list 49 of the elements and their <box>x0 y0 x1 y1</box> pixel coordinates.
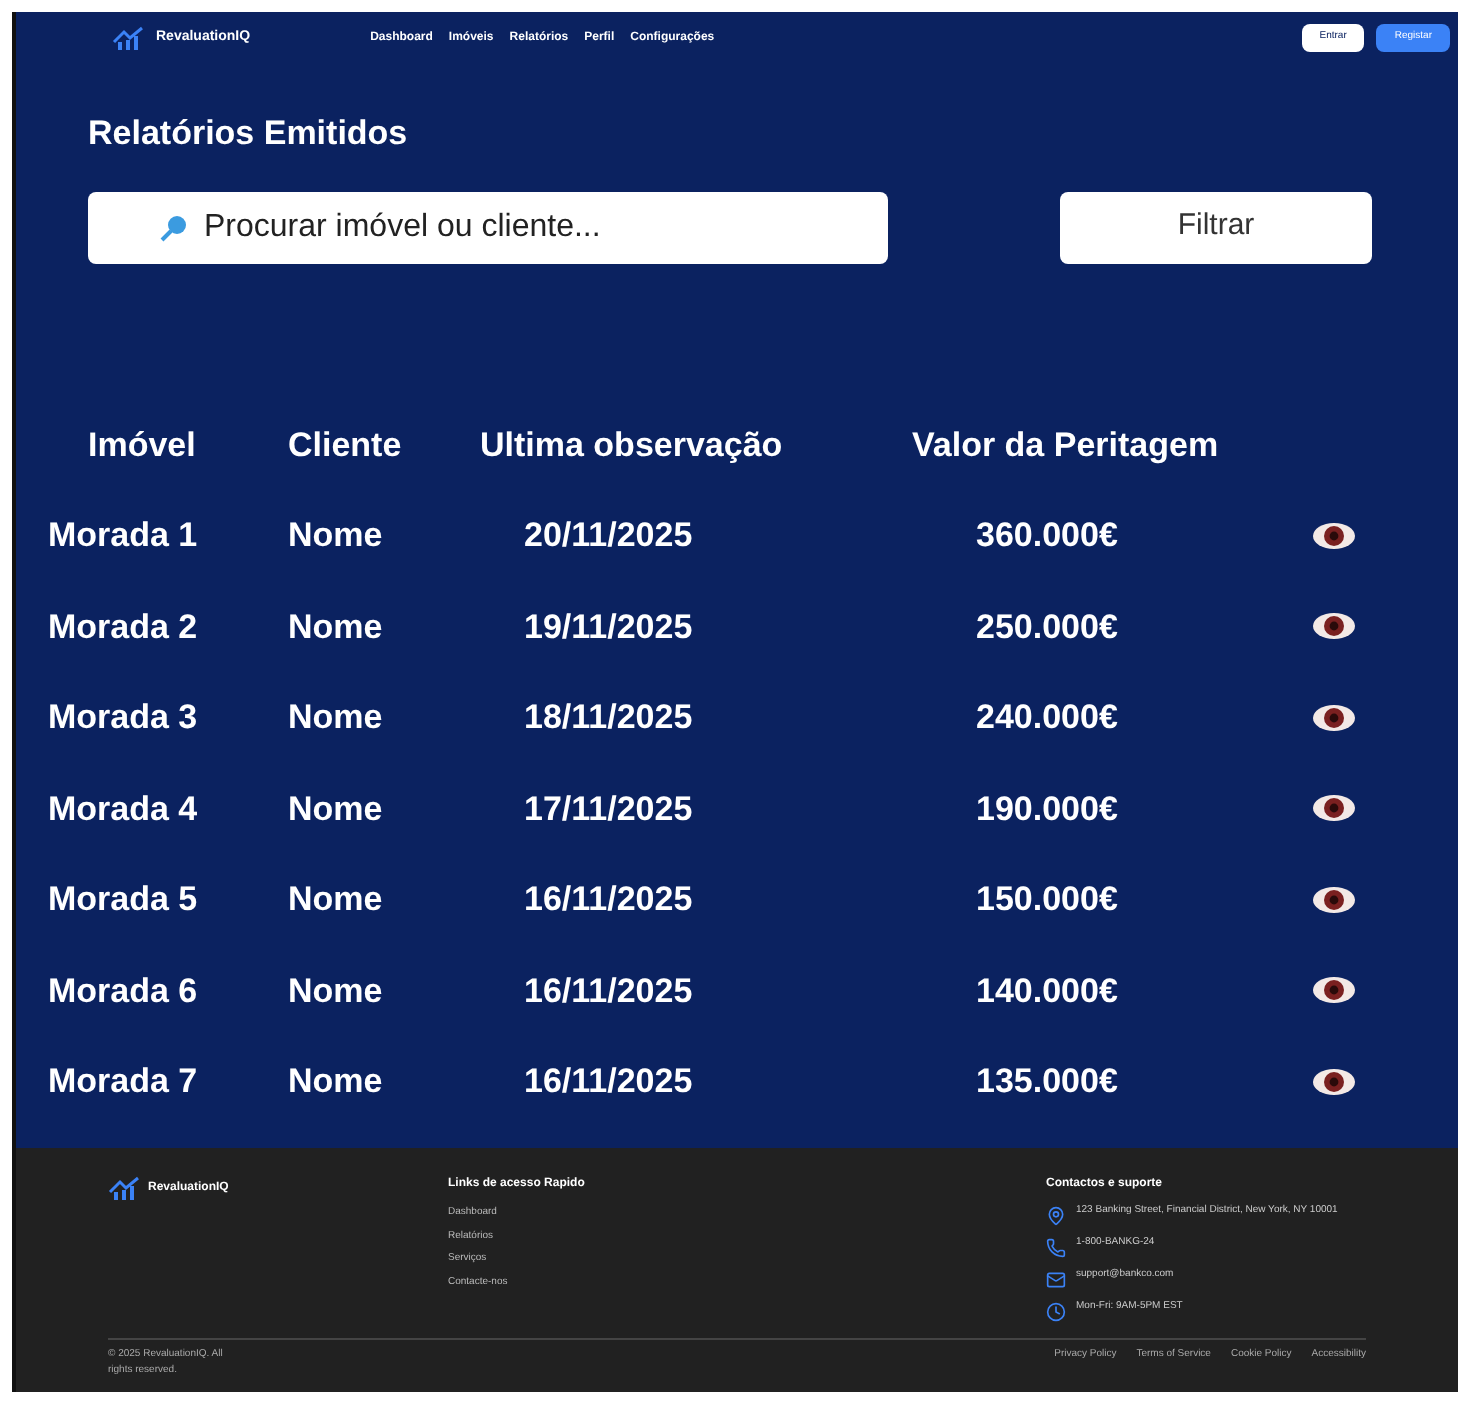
table-cell-text: Morada 2 <box>48 605 200 649</box>
table-cell-text: Morada 7 <box>48 1060 200 1104</box>
column-header: Cliente <box>288 423 404 467</box>
chart-logo-icon <box>112 26 144 50</box>
search-icon <box>160 213 188 241</box>
table-cell-text: Morada 6 <box>48 969 200 1013</box>
table-cell-text: 16/11/2025 <box>522 878 695 922</box>
eye-icon[interactable] <box>1312 703 1356 732</box>
page-title: Relatórios Emitidos <box>88 112 410 156</box>
table-cell-text: 16/11/2025 <box>522 1060 695 1104</box>
column-header: Ultima observação <box>478 423 785 467</box>
eye-icon[interactable] <box>1312 521 1356 550</box>
table-cell-text: 135.000€ <box>974 1060 1120 1104</box>
table-cell-text: Nome <box>288 605 385 649</box>
eye-icon[interactable] <box>1312 976 1356 1005</box>
eye-icon[interactable] <box>1312 794 1356 823</box>
table-cell-text: 250.000€ <box>974 605 1120 649</box>
table-cell-text: Nome <box>288 696 385 740</box>
column-header: Valor da Peritagem <box>912 423 1221 468</box>
table-cell-text: Morada 4 <box>48 787 200 831</box>
map-pin-icon <box>1046 1206 1066 1226</box>
phone-icon <box>1046 1238 1066 1258</box>
table-cell-text: 16/11/2025 <box>522 969 695 1013</box>
table-cell-text: Nome <box>288 1060 385 1104</box>
table-cell-text: 18/11/2025 <box>522 696 695 740</box>
mail-icon <box>1046 1270 1066 1290</box>
table-cell-text: Morada 3 <box>48 696 200 740</box>
table-cell-text: Nome <box>288 787 385 831</box>
table-cell-text: 17/11/2025 <box>522 787 695 831</box>
clock-icon <box>1046 1302 1066 1322</box>
table-cell-text: Nome <box>288 969 385 1013</box>
table-cell-text: 19/11/2025 <box>522 605 695 649</box>
eye-icon[interactable] <box>1312 1067 1356 1096</box>
table-cell-text: Morada 5 <box>48 878 200 922</box>
column-header: Imóvel <box>86 423 198 467</box>
table-cell-text: Morada 1 <box>48 514 200 558</box>
filter-button[interactable]: Filtrar <box>1060 191 1372 263</box>
chart-logo-icon <box>108 1176 140 1200</box>
table-cell-text: 240.000€ <box>974 696 1120 740</box>
eye-icon[interactable] <box>1312 612 1356 641</box>
table-cell-text: 150.000€ <box>974 878 1120 922</box>
eye-icon[interactable] <box>1312 885 1356 914</box>
table-cell-text: 360.000€ <box>974 514 1120 558</box>
table-cell-text: 140.000€ <box>974 969 1120 1013</box>
table-cell-text: 190.000€ <box>974 787 1120 831</box>
table-cell-text: Nome <box>288 878 385 922</box>
table-cell-text: Nome <box>288 514 385 558</box>
table-cell-text: 20/11/2025 <box>522 514 695 558</box>
search-field[interactable]: Procurar imóvel ou cliente... <box>88 191 888 263</box>
